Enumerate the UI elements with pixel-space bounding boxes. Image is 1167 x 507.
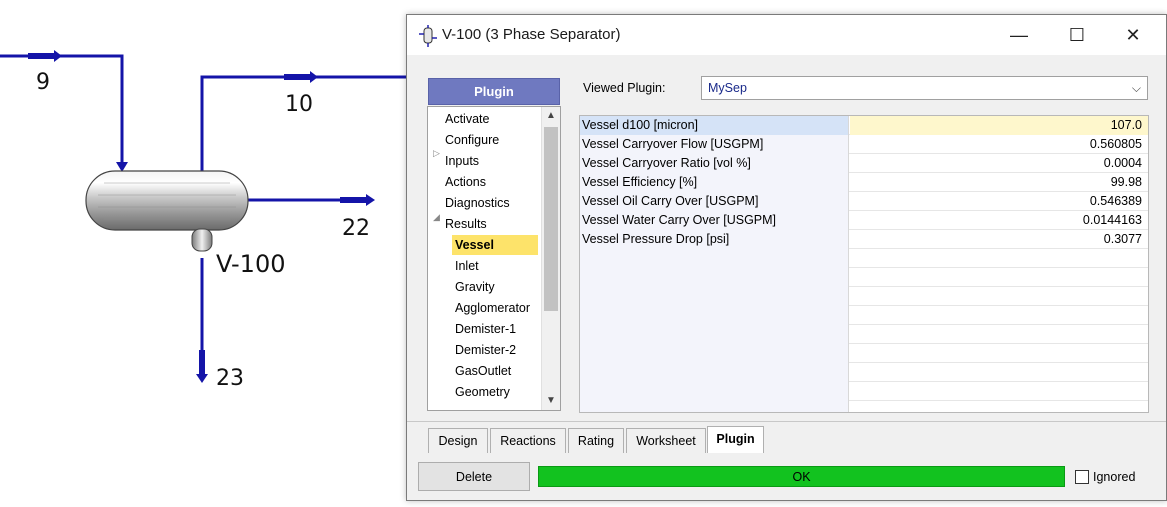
grid-cell-value[interactable]: 0.0144163: [850, 211, 1148, 230]
nav-tree: Activate Configure ▷ Inputs Actions Diag…: [427, 106, 561, 411]
grid-row-empty: [580, 287, 1148, 306]
grid-row[interactable]: Vessel Oil Carry Over [USGPM] 0.546389: [580, 192, 1148, 211]
delete-button[interactable]: Delete: [418, 462, 530, 491]
stream-label-9: 9: [36, 70, 50, 95]
scroll-up-icon[interactable]: ▲: [542, 107, 560, 125]
grid-row-empty: [580, 382, 1148, 401]
nav-item-demister-2[interactable]: Demister-2: [455, 340, 516, 360]
grid-row-empty: [580, 401, 1148, 412]
grid-cell-name: Vessel d100 [micron]: [580, 116, 849, 135]
chevron-down-icon[interactable]: ⌵: [1132, 77, 1141, 99]
nav-scroll-thumb[interactable]: [544, 127, 558, 311]
minimize-button[interactable]: —: [990, 15, 1048, 55]
ignored-checkbox[interactable]: [1075, 470, 1089, 484]
window-title: V-100 (3 Phase Separator): [442, 26, 621, 43]
separator-icon: [419, 25, 437, 47]
ignored-label: Ignored: [1093, 470, 1136, 484]
expand-arrow-icon[interactable]: ▷: [433, 148, 440, 159]
flowsheet-canvas[interactable]: 9 10 22 23 V-100: [0, 0, 420, 507]
nav-item-gasoutlet[interactable]: GasOutlet: [455, 361, 511, 381]
nav-item-diagnostics[interactable]: Diagnostics: [445, 193, 510, 213]
nav-item-agglomerator[interactable]: Agglomerator: [455, 298, 530, 318]
nav-header: Plugin: [428, 78, 560, 105]
grid-cell-name: Vessel Water Carry Over [USGPM]: [580, 211, 849, 230]
separator-dialog: V-100 (3 Phase Separator) — ☐ ✕ Plugin A…: [406, 14, 1167, 501]
collapse-arrow-icon[interactable]: ◢: [433, 212, 440, 223]
grid-cell-value[interactable]: 0.546389: [850, 192, 1148, 211]
nav-item-gravity[interactable]: Gravity: [455, 277, 495, 297]
grid-row-empty: [580, 344, 1148, 363]
grid-row-empty: [580, 268, 1148, 287]
nav-item-vessel[interactable]: Vessel: [452, 235, 538, 255]
grid-cell-name: Vessel Carryover Flow [USGPM]: [580, 135, 849, 154]
stream-label-10: 10: [285, 92, 313, 117]
tab-rating[interactable]: Rating: [568, 428, 624, 453]
stream-label-22: 22: [342, 216, 370, 241]
tab-plugin[interactable]: Plugin: [707, 426, 764, 453]
vessel-boot: [191, 228, 213, 252]
grid-cell-name: Vessel Efficiency [%]: [580, 173, 849, 192]
nav-scrollbar[interactable]: ▲ ▼: [541, 107, 560, 410]
nav-item-results[interactable]: Results: [445, 214, 487, 234]
nav-item-inlet[interactable]: Inlet: [455, 256, 479, 276]
nav-item-geometry[interactable]: Geometry: [455, 382, 510, 402]
nav-item-inputs[interactable]: Inputs: [445, 151, 479, 171]
results-grid: Vessel d100 [micron] 107.0 Vessel Carryo…: [579, 115, 1149, 413]
flowsheet-drawing: [0, 50, 420, 383]
tab-design[interactable]: Design: [428, 428, 488, 453]
grid-row-empty: [580, 325, 1148, 344]
grid-row[interactable]: Vessel Efficiency [%] 99.98: [580, 173, 1148, 192]
stream-label-23: 23: [216, 366, 244, 391]
nav-item-actions[interactable]: Actions: [445, 172, 486, 192]
grid-cell-name: Vessel Pressure Drop [psi]: [580, 230, 849, 249]
unit-label-v100: V-100: [216, 250, 286, 278]
grid-cell-name: Vessel Oil Carry Over [USGPM]: [580, 192, 849, 211]
grid-cell-value[interactable]: 0.3077: [850, 230, 1148, 249]
tab-reactions[interactable]: Reactions: [490, 428, 566, 453]
viewed-plugin-value: MySep: [708, 81, 747, 95]
tab-bar: Design Reactions Rating Worksheet Plugin: [407, 421, 1166, 453]
stream-9-line: [0, 54, 124, 166]
nav-item-activate[interactable]: Activate: [445, 109, 489, 129]
grid-cell-value[interactable]: 0.0004: [850, 154, 1148, 173]
grid-row[interactable]: Vessel Pressure Drop [psi] 0.3077: [580, 230, 1148, 249]
grid-cell-value[interactable]: 99.98: [850, 173, 1148, 192]
close-button[interactable]: ✕: [1104, 15, 1162, 55]
scroll-down-icon[interactable]: ▼: [542, 392, 560, 410]
grid-row[interactable]: Vessel Water Carry Over [USGPM] 0.014416…: [580, 211, 1148, 230]
grid-row-empty: [580, 306, 1148, 325]
grid-cell-value[interactable]: 107.0: [850, 116, 1148, 135]
viewed-plugin-select[interactable]: MySep ⌵: [701, 76, 1148, 100]
vessel-body: [85, 170, 249, 231]
grid-row-empty: [580, 363, 1148, 382]
grid-row[interactable]: Vessel Carryover Flow [USGPM] 0.560805: [580, 135, 1148, 154]
grid-row-empty: [580, 249, 1148, 268]
status-bar-ok: OK: [538, 466, 1065, 487]
viewed-plugin-label: Viewed Plugin:: [583, 81, 666, 95]
nav-item-demister-1[interactable]: Demister-1: [455, 319, 516, 339]
grid-row[interactable]: Vessel d100 [micron] 107.0: [580, 116, 1148, 135]
grid-cell-name: Vessel Carryover Ratio [vol %]: [580, 154, 849, 173]
grid-cell-value[interactable]: 0.560805: [850, 135, 1148, 154]
grid-row[interactable]: Vessel Carryover Ratio [vol %] 0.0004: [580, 154, 1148, 173]
tab-worksheet[interactable]: Worksheet: [626, 428, 706, 453]
title-bar[interactable]: V-100 (3 Phase Separator) — ☐ ✕: [407, 15, 1166, 55]
maximize-button[interactable]: ☐: [1048, 15, 1106, 55]
nav-item-configure[interactable]: Configure: [445, 130, 499, 150]
